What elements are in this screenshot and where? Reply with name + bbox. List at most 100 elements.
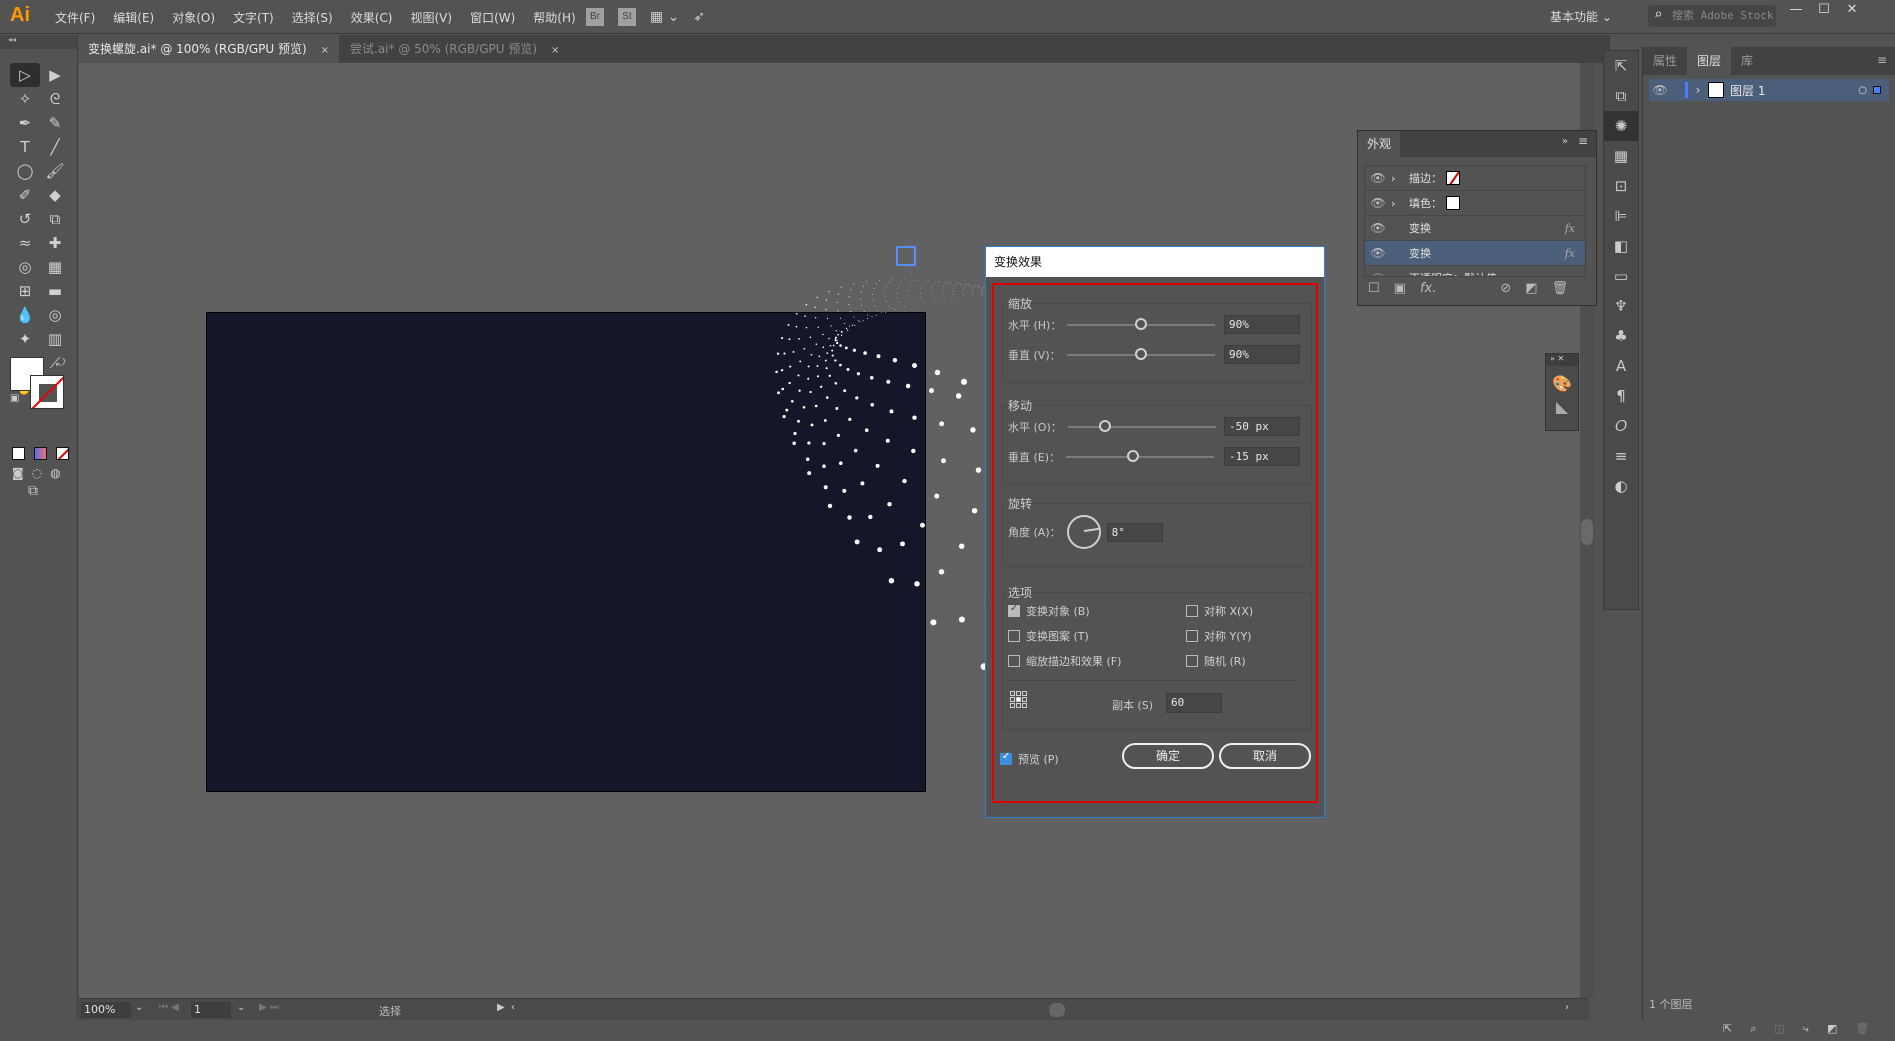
effect-label[interactable]: 变换 bbox=[1409, 245, 1431, 261]
status-menu-icon[interactable]: ▶ bbox=[497, 1002, 505, 1013]
color-mode-button[interactable] bbox=[12, 447, 25, 460]
checkbox-box[interactable] bbox=[1186, 655, 1198, 667]
cancel-button[interactable]: 取消 bbox=[1219, 743, 1311, 769]
menu-type[interactable]: 文字(T) bbox=[224, 9, 283, 26]
stock-button[interactable]: St bbox=[618, 8, 636, 26]
tool-slice[interactable]: ⟋ bbox=[40, 351, 70, 375]
tool-lasso[interactable]: ᘓ bbox=[40, 87, 70, 111]
color-guide-icon[interactable]: 🎨 bbox=[1546, 374, 1578, 393]
tool-perspective-grid[interactable]: ▦ bbox=[40, 255, 70, 279]
zoom-level-field[interactable]: 100% bbox=[81, 1002, 131, 1018]
stroke-panel-icon[interactable]: ≡ bbox=[1604, 441, 1638, 471]
scale-v-input[interactable]: 90% bbox=[1224, 345, 1300, 364]
tool-curvature[interactable]: ✎ bbox=[40, 111, 70, 135]
transform-icon[interactable]: ⊡ bbox=[1604, 171, 1638, 201]
preview-checkbox[interactable]: 预览 (P) bbox=[1000, 751, 1059, 767]
slider-knob[interactable] bbox=[1134, 348, 1147, 360]
character-icon[interactable]: A bbox=[1604, 351, 1638, 381]
opacity-label[interactable]: 不透明度：默认值 bbox=[1409, 270, 1497, 276]
none-mode-button[interactable] bbox=[56, 447, 69, 460]
target-icon[interactable]: ○ bbox=[1858, 85, 1867, 96]
visibility-eye-icon[interactable]: 👁 bbox=[1365, 196, 1391, 210]
first-artboard-icon[interactable]: ⏮ ◀ bbox=[159, 1002, 179, 1013]
tool-paintbrush[interactable]: 🖌 bbox=[40, 159, 70, 183]
tool-gradient[interactable]: ▬ bbox=[40, 279, 70, 303]
angle-dial[interactable] bbox=[1066, 515, 1101, 549]
tool-free-transform[interactable]: ◎ bbox=[10, 255, 40, 279]
appearance-icon[interactable]: ✺ bbox=[1604, 111, 1638, 141]
panel-menu-icon[interactable]: ≡ bbox=[1869, 47, 1895, 75]
reflect-y-checkbox[interactable]: 对称 Y(Y) bbox=[1186, 628, 1252, 644]
color-swatches-icon[interactable]: ◣ bbox=[1546, 397, 1578, 416]
draw-inside-icon[interactable]: ◍ bbox=[50, 466, 60, 480]
swatches-icon[interactable]: ▦ bbox=[1604, 141, 1638, 171]
bridge-button[interactable]: Br bbox=[586, 8, 604, 26]
menu-edit[interactable]: 编辑(E) bbox=[104, 9, 163, 26]
tool-shaper[interactable]: ✐ bbox=[10, 183, 40, 207]
artboard-number-field[interactable]: 1 bbox=[191, 1002, 231, 1018]
tool-type[interactable]: T bbox=[10, 135, 40, 159]
scale-strokes-checkbox[interactable]: 缩放描边和效果 (F) bbox=[1008, 653, 1121, 669]
draw-behind-icon[interactable]: ◌ bbox=[32, 466, 42, 480]
checkbox-box[interactable] bbox=[1186, 630, 1198, 642]
gpu-performance-icon[interactable]: ➶ bbox=[693, 9, 705, 25]
tool-direct-selection[interactable]: ▶ bbox=[40, 63, 70, 87]
tool-eraser[interactable]: ◆ bbox=[40, 183, 70, 207]
new-sublayer-icon[interactable]: ⤷ bbox=[1803, 1017, 1809, 1041]
tool-symbol-sprayer[interactable]: ✦ bbox=[10, 327, 40, 351]
workspace-switcher[interactable]: 基本功能 ⌄ bbox=[1550, 8, 1612, 25]
mini-panel-header[interactable]: » ✕ bbox=[1546, 354, 1578, 366]
stroke-swatch[interactable] bbox=[30, 375, 64, 409]
tab-layers[interactable]: 图层 bbox=[1687, 47, 1732, 75]
symbols-icon[interactable]: ♣ bbox=[1604, 321, 1638, 351]
transform-objects-checkbox[interactable]: 变换对象 (B) bbox=[1008, 603, 1090, 619]
tool-eyedropper[interactable]: 💧 bbox=[10, 303, 40, 327]
transform-patterns-checkbox[interactable]: 变换图案 (T) bbox=[1008, 628, 1089, 644]
transform-effect-row[interactable]: 👁 变换 fx bbox=[1365, 216, 1585, 241]
horizontal-scroll-thumb[interactable] bbox=[1049, 1003, 1065, 1017]
effect-label[interactable]: 变换 bbox=[1409, 220, 1431, 236]
add-fill-icon[interactable]: ▣ bbox=[1394, 281, 1406, 296]
tool-rotate[interactable]: ↺ bbox=[10, 207, 40, 231]
duplicate-item-icon[interactable]: ◩ bbox=[1525, 281, 1537, 296]
add-stroke-icon[interactable]: ☐ bbox=[1368, 281, 1380, 296]
visibility-eye-icon[interactable]: 👁 bbox=[1365, 171, 1391, 185]
layer-name[interactable]: 图层 1 bbox=[1730, 82, 1765, 99]
artboards-icon[interactable]: ⧉ bbox=[1604, 81, 1638, 111]
visibility-eye-icon[interactable]: 👁 bbox=[1365, 271, 1391, 276]
transparency-icon[interactable]: ◐ bbox=[1604, 471, 1638, 501]
checkbox-box[interactable] bbox=[1008, 603, 1020, 617]
panel-menu-icon[interactable]: ≡ bbox=[1578, 134, 1588, 148]
slider-knob[interactable] bbox=[1135, 318, 1148, 330]
tool-scale[interactable]: ⧉ bbox=[40, 207, 70, 231]
tool-selection[interactable]: ▷ bbox=[10, 63, 40, 87]
tab-libraries[interactable]: 库 bbox=[1731, 47, 1763, 75]
move-h-input[interactable]: -50 px bbox=[1224, 417, 1300, 436]
visibility-eye-icon[interactable]: 👁 bbox=[1649, 83, 1671, 97]
vertical-scroll-thumb[interactable] bbox=[1581, 519, 1593, 545]
menu-object[interactable]: 对象(O) bbox=[163, 9, 224, 26]
expand-icon[interactable]: › bbox=[1391, 172, 1409, 185]
menu-effect[interactable]: 效果(C) bbox=[342, 9, 402, 26]
visibility-eye-icon[interactable]: 👁 bbox=[1365, 221, 1391, 235]
tool-magic-wand[interactable]: ✧ bbox=[10, 87, 40, 111]
menu-view[interactable]: 视图(V) bbox=[401, 9, 461, 26]
arrange-documents-icon[interactable]: ▦ ⌄ bbox=[650, 9, 679, 25]
menu-help[interactable]: 帮助(H) bbox=[524, 9, 584, 26]
checkbox-box[interactable] bbox=[1008, 630, 1020, 642]
add-effect-icon[interactable]: fx. bbox=[1420, 281, 1436, 296]
stroke-row[interactable]: 👁 › 描边： bbox=[1365, 166, 1585, 191]
ok-button[interactable]: 确定 bbox=[1122, 743, 1214, 769]
tab-try[interactable]: 尝试.ai* @ 50% (RGB/GPU 预览) × bbox=[340, 35, 569, 63]
gradient-mode-button[interactable] bbox=[34, 447, 47, 460]
tool-line-segment[interactable]: ╱ bbox=[40, 135, 70, 159]
collapse-toolbar-icon[interactable]: ◂◂ bbox=[0, 35, 77, 49]
menu-window[interactable]: 窗口(W) bbox=[461, 9, 524, 26]
close-window-button[interactable]: ✕ bbox=[1838, 0, 1866, 22]
move-v-slider[interactable] bbox=[1066, 450, 1215, 462]
default-colors-icon[interactable]: ▣ bbox=[10, 393, 19, 404]
copies-input[interactable]: 60 bbox=[1166, 693, 1222, 713]
scale-h-slider[interactable] bbox=[1067, 318, 1216, 330]
opentype-icon[interactable]: 𝑂 bbox=[1604, 411, 1638, 441]
collapse-panel-icon[interactable]: » bbox=[1562, 136, 1568, 147]
